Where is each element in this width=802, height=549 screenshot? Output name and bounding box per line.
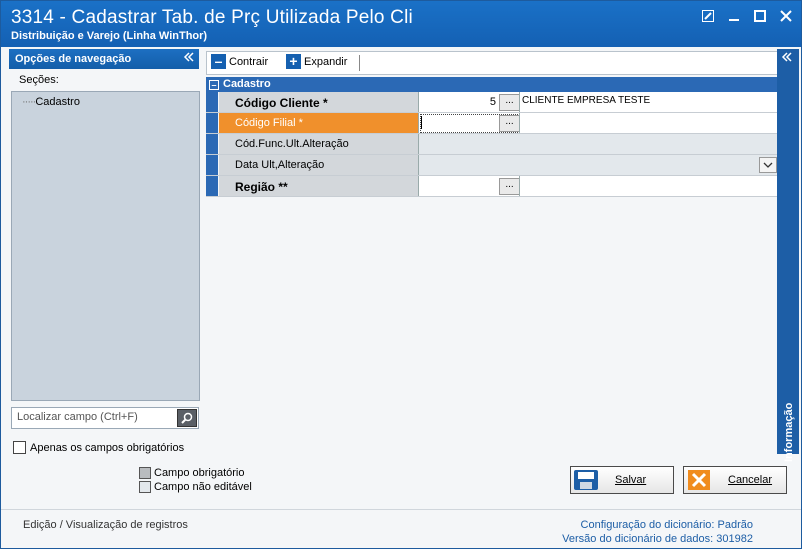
text-cursor [421, 116, 422, 129]
only-required-checkbox[interactable]: Apenas os campos obrigatórios [13, 441, 184, 454]
label-cod-func: Cód.Func.Ult.Alteração [235, 138, 349, 150]
save-button[interactable]: Salvar [570, 466, 674, 494]
data-ult-field [419, 155, 778, 175]
dict-config: Configuração do dicionário: Padrão [581, 519, 753, 531]
sections-tree[interactable]: ·····Cadastro [11, 91, 200, 401]
property-toolbar: – Contrair + Expandir [206, 51, 780, 75]
tree-item-cadastro[interactable]: ·····Cadastro [22, 96, 80, 108]
only-required-label: Apenas os campos obrigatórios [30, 441, 185, 454]
codigo-filial-lookup-button[interactable]: ... [499, 115, 520, 132]
expand-button[interactable]: + Expandir [286, 54, 347, 69]
row-label: Código Cliente * [219, 92, 419, 112]
row-data-ult-alteracao: Data Ult,Alteração [206, 155, 778, 176]
legend-required: Campo obrigatório [154, 467, 245, 479]
minimize-icon[interactable] [725, 8, 743, 24]
search-field[interactable]: Localizar campo (Ctrl+F) [11, 407, 199, 429]
regiao-field[interactable]: ... [419, 176, 778, 196]
toolbar-separator [359, 55, 360, 71]
regiao-lookup-button[interactable]: ... [499, 178, 520, 195]
codigo-cliente-value: 5 [489, 96, 496, 108]
row-label: Cód.Func.Ult.Alteração [219, 134, 419, 154]
window-subtitle: Distribuição e Varejo (Linha WinThor) [11, 30, 208, 42]
collapse-label: Contrair [229, 55, 269, 68]
required-swatch [139, 467, 151, 479]
codigo-cliente-field[interactable]: 5 ... CLIENTE EMPRESA TESTE [419, 92, 778, 112]
cancel-icon [684, 468, 714, 492]
category-cadastro[interactable]: – Cadastro [206, 77, 778, 92]
collapse-info-icon[interactable] [781, 51, 793, 66]
row-gutter [206, 113, 218, 133]
collapse-nav-icon[interactable] [183, 51, 195, 66]
divider [519, 113, 520, 133]
category-label: Cadastro [223, 78, 271, 90]
codigo-cliente-description: CLIENTE EMPRESA TESTE [522, 95, 651, 106]
row-codigo-filial: Código Filial * ... [206, 113, 778, 134]
label-regiao: Região ** [235, 180, 288, 194]
divider [519, 176, 520, 196]
property-grid: – Cadastro Código Cliente * 5 ... CLIENT… [206, 77, 778, 197]
sections-label: Seções: [17, 74, 61, 86]
save-icon [571, 468, 601, 492]
dict-version-label: Versão do dicionário de dados: [562, 533, 714, 545]
legend: Campo obrigatório Campo não editável [139, 466, 252, 494]
collapse-category-icon[interactable]: – [209, 80, 219, 90]
tree-item-label: Cadastro [35, 96, 80, 108]
label-codigo-filial: Código Filial * [235, 117, 303, 129]
chevron-down-icon[interactable] [759, 157, 777, 173]
save-label: Salvar [615, 474, 647, 486]
dict-version: Versão do dicionário de dados: 301982 [562, 533, 753, 545]
legend-readonly: Campo não editável [154, 481, 252, 493]
main-window: 3314 - Cadastrar Tab. de Prç Utilizada P… [0, 0, 802, 549]
navigation-header: Opções de navegação [9, 49, 199, 69]
label-data-ult: Data Ult,Alteração [235, 159, 325, 171]
cancel-label: Cancelar [728, 474, 773, 486]
search-icon[interactable] [177, 409, 197, 427]
row-label: Código Filial * [219, 113, 419, 133]
row-regiao: Região ** ... [206, 176, 778, 197]
row-gutter [206, 155, 218, 175]
row-gutter [206, 134, 218, 154]
minus-icon: – [211, 54, 226, 69]
plus-icon: + [286, 54, 301, 69]
checkbox-box[interactable] [13, 441, 26, 454]
navigation-header-label: Opções de navegação [15, 53, 132, 65]
dict-config-value: Padrão [717, 519, 753, 531]
status-footer: Edição / Visualização de registros Confi… [1, 509, 801, 548]
codigo-cliente-lookup-button[interactable]: ... [499, 94, 520, 111]
maximize-icon[interactable] [751, 8, 769, 24]
search-placeholder: Localizar campo (Ctrl+F) [17, 411, 138, 423]
edit-window-icon[interactable] [699, 8, 717, 24]
row-gutter [206, 176, 218, 196]
info-panel-label: Informação [783, 402, 795, 462]
label-codigo-cliente: Código Cliente * [235, 96, 328, 110]
codigo-filial-field[interactable]: ... [419, 113, 778, 133]
cancel-button[interactable]: Cancelar [683, 466, 787, 494]
row-gutter [206, 92, 218, 112]
title-bar: 3314 - Cadastrar Tab. de Prç Utilizada P… [1, 1, 801, 47]
tree-connector: ····· [22, 96, 36, 108]
collapse-button[interactable]: – Contrair [211, 54, 268, 69]
cod-func-field [419, 134, 778, 154]
row-cod-func-ult-alteracao: Cód.Func.Ult.Alteração [206, 134, 778, 155]
dict-config-label: Configuração do dicionário: [580, 519, 715, 531]
dict-version-value: 301982 [716, 533, 753, 545]
mode-status: Edição / Visualização de registros [23, 519, 188, 531]
expand-label: Expandir [304, 55, 348, 68]
readonly-swatch [139, 481, 151, 493]
close-icon[interactable] [777, 8, 795, 24]
row-label: Data Ult,Alteração [219, 155, 419, 175]
info-panel[interactable]: Informação [777, 49, 799, 462]
row-label: Região ** [219, 176, 419, 196]
divider [519, 92, 520, 112]
row-codigo-cliente: Código Cliente * 5 ... CLIENTE EMPRESA T… [206, 92, 778, 113]
window-title: 3314 - Cadastrar Tab. de Prç Utilizada P… [11, 7, 413, 28]
